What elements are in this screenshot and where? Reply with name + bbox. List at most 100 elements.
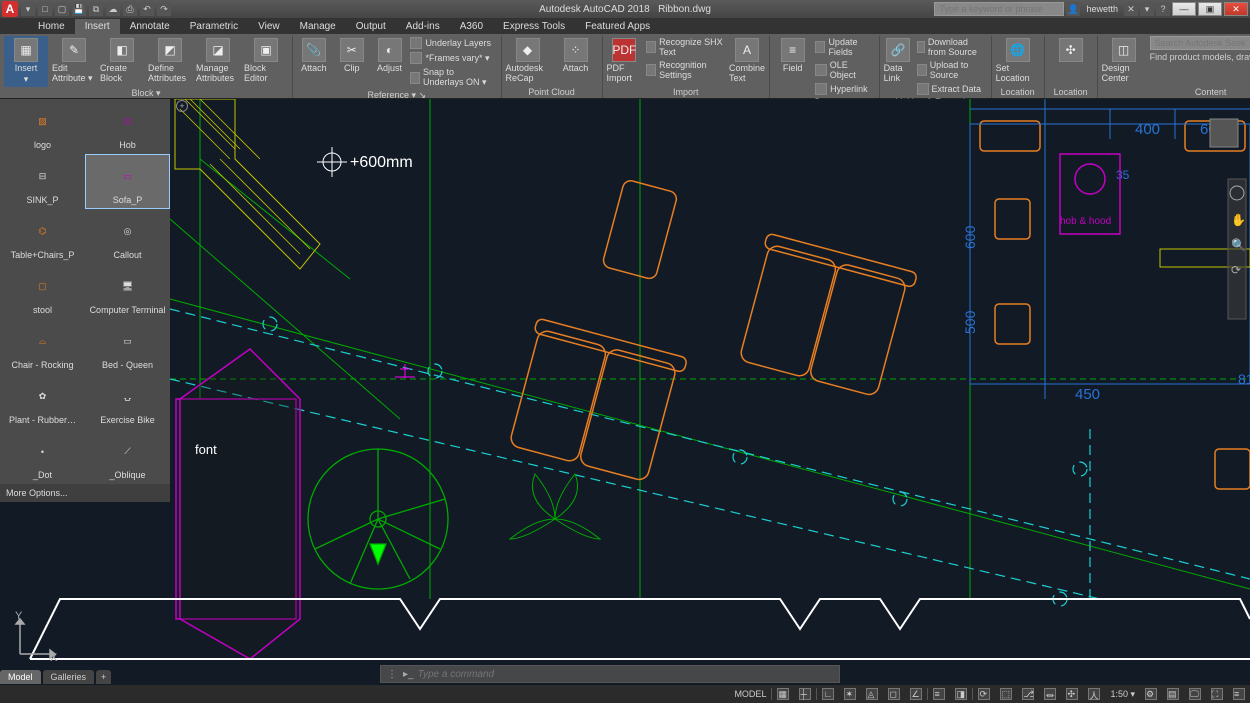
- status-osnap-icon[interactable]: ◻: [883, 688, 905, 700]
- more-options-button[interactable]: More Options...: [0, 484, 170, 502]
- tab-featured[interactable]: Featured Apps: [575, 19, 660, 34]
- data-link-button[interactable]: 🔗Data Link: [884, 36, 913, 83]
- create-block-button[interactable]: ◧Create Block: [100, 36, 144, 83]
- maximize-button[interactable]: ▣: [1198, 2, 1222, 16]
- pc-attach-button[interactable]: ⁘Attach: [554, 36, 598, 73]
- qat-open-icon[interactable]: ▢: [55, 2, 69, 16]
- recognition-settings-button[interactable]: Recognition Settings: [646, 59, 725, 81]
- block-editor-button[interactable]: ▣Block Editor: [244, 36, 288, 83]
- set-location-button[interactable]: 🌐Set Location: [996, 36, 1040, 83]
- status-snap-icon[interactable]: ┼: [794, 688, 816, 700]
- autodesk-seek-input[interactable]: [1150, 36, 1250, 50]
- status-customize-icon[interactable]: ≡: [1228, 688, 1250, 700]
- exchange-icon[interactable]: ✕: [1124, 2, 1138, 16]
- status-monitor-icon[interactable]: 🖵: [1184, 688, 1206, 700]
- gallery-item-hob[interactable]: ⊡Hob: [85, 99, 170, 154]
- upload-source-button[interactable]: Upload to Source: [917, 59, 987, 81]
- status-ortho-icon[interactable]: ∟: [817, 688, 839, 700]
- qat-new-icon[interactable]: □: [38, 2, 52, 16]
- status-3dosnap-icon[interactable]: ⬚: [995, 688, 1017, 700]
- snap-underlays-button[interactable]: Snap to Underlays ON ▾: [410, 66, 496, 89]
- signin-icon[interactable]: 👤: [1066, 2, 1080, 16]
- pdf-import-button[interactable]: PDFPDF Import: [607, 36, 643, 83]
- gallery-item-computer-terminal[interactable]: 🖥Computer Terminal: [85, 264, 170, 319]
- user-name[interactable]: hewetth: [1082, 4, 1122, 14]
- design-center-button[interactable]: ◫Design Center: [1102, 36, 1146, 83]
- help-icon[interactable]: ?: [1156, 2, 1170, 16]
- tab-addins[interactable]: Add-ins: [396, 19, 450, 34]
- gallery-item-callout[interactable]: ◎Callout: [85, 209, 170, 264]
- tab-a360[interactable]: A360: [450, 19, 493, 34]
- field-button[interactable]: ≡Field: [774, 36, 811, 73]
- tab-output[interactable]: Output: [346, 19, 396, 34]
- infocenter-search[interactable]: [934, 2, 1064, 16]
- status-grid-icon[interactable]: ▦: [772, 688, 794, 700]
- qat-save-icon[interactable]: 💾: [72, 2, 86, 16]
- command-input[interactable]: [418, 669, 839, 680]
- gallery-item-exercise-bike[interactable]: ⍽Exercise Bike: [85, 374, 170, 429]
- gallery-item-table-chairs-p[interactable]: ⌬Table+Chairs_P: [0, 209, 85, 264]
- define-attributes-button[interactable]: ◩Define Attributes: [148, 36, 192, 83]
- adjust-button[interactable]: ◐Adjust: [373, 36, 407, 73]
- new-tab-button[interactable]: +: [176, 100, 188, 112]
- tab-manage[interactable]: Manage: [290, 19, 346, 34]
- tab-home[interactable]: Home: [28, 19, 75, 34]
- status-transparency-icon[interactable]: ◨: [950, 688, 972, 700]
- help-dropdown-icon[interactable]: ▾: [1140, 2, 1154, 16]
- status-iso-icon[interactable]: ◬: [861, 688, 883, 700]
- status-annoscale-icon[interactable]: 人: [1083, 688, 1105, 700]
- gallery-item-chair-rocking[interactable]: ⌓Chair - Rocking: [0, 319, 85, 374]
- command-line[interactable]: ⋮ ▸_: [380, 665, 840, 683]
- extract-data-button[interactable]: Extract Data: [917, 82, 987, 96]
- close-button[interactable]: ✕: [1224, 2, 1248, 16]
- status-cleanscreen-icon[interactable]: ⛶: [1206, 688, 1228, 700]
- qat-saveas-icon[interactable]: ⧉: [89, 2, 103, 16]
- status-cycling-icon[interactable]: ⟳: [973, 688, 995, 700]
- tab-view[interactable]: View: [248, 19, 290, 34]
- status-track-icon[interactable]: ∠: [905, 688, 927, 700]
- frames-vary-button[interactable]: *Frames vary* ▾: [410, 51, 496, 65]
- cmd-handle-icon[interactable]: ⋮: [381, 669, 403, 680]
- update-fields-button[interactable]: Update Fields: [815, 36, 874, 58]
- status-polar-icon[interactable]: ✶: [839, 688, 861, 700]
- gallery-item--dot[interactable]: •_Dot: [0, 429, 85, 484]
- manage-attributes-button[interactable]: ◪Manage Attributes: [196, 36, 240, 83]
- layout-tab-add[interactable]: +: [96, 670, 111, 684]
- gallery-item--oblique[interactable]: ⟋_Oblique: [85, 429, 170, 484]
- underlay-layers-button[interactable]: Underlay Layers: [410, 36, 496, 50]
- gallery-item-plant-rubber-[interactable]: ✿Plant - Rubber…: [0, 374, 85, 429]
- clip-button[interactable]: ✂Clip: [335, 36, 369, 73]
- gallery-item-logo[interactable]: ▨logo: [0, 99, 85, 154]
- insert-button[interactable]: ▦Insert▾: [4, 36, 48, 87]
- qat-undo-icon[interactable]: ↶: [140, 2, 154, 16]
- attach-button[interactable]: 📎Attach: [297, 36, 331, 73]
- status-model[interactable]: MODEL: [729, 689, 771, 699]
- status-filter-icon[interactable]: ⏛: [1039, 688, 1061, 700]
- tab-insert[interactable]: Insert: [75, 19, 120, 34]
- recap-button[interactable]: ◆Autodesk ReCap: [506, 36, 550, 83]
- gallery-item-bed-queen[interactable]: ▭Bed - Queen: [85, 319, 170, 374]
- status-scale[interactable]: 1:50 ▾: [1105, 689, 1140, 700]
- app-logo-icon[interactable]: A: [2, 1, 18, 17]
- gallery-item-sofa-p[interactable]: ▭Sofa_P: [85, 154, 170, 209]
- edit-attribute-button[interactable]: ✎Edit Attribute ▾: [52, 36, 96, 84]
- tab-parametric[interactable]: Parametric: [180, 19, 248, 34]
- status-gizmo-icon[interactable]: ✣: [1061, 688, 1083, 700]
- status-dynucs-icon[interactable]: ⎇: [1017, 688, 1039, 700]
- combine-text-button[interactable]: ACombine Text: [729, 36, 765, 83]
- minimize-button[interactable]: —: [1172, 2, 1196, 16]
- qat-print-icon[interactable]: ⎙: [123, 2, 137, 16]
- recognize-shx-button[interactable]: Recognize SHX Text: [646, 36, 725, 58]
- gallery-item-stool[interactable]: ▢stool: [0, 264, 85, 319]
- gallery-item-sink-p[interactable]: ⊟SINK_P: [0, 154, 85, 209]
- location-compass-button[interactable]: ✣: [1049, 36, 1093, 62]
- ole-object-button[interactable]: OLE Object: [815, 59, 874, 81]
- hyperlink-button[interactable]: Hyperlink: [815, 82, 874, 96]
- tab-annotate[interactable]: Annotate: [120, 19, 180, 34]
- tab-express[interactable]: Express Tools: [493, 19, 575, 34]
- drawing-canvas[interactable]: 400 600 450 500 600 35 81 hob & hood: [0, 99, 1250, 685]
- layout-tab-model[interactable]: Model: [0, 670, 41, 684]
- download-source-button[interactable]: Download from Source: [917, 36, 987, 58]
- qat-redo-icon[interactable]: ↷: [157, 2, 171, 16]
- status-workspace-icon[interactable]: ▤: [1162, 688, 1184, 700]
